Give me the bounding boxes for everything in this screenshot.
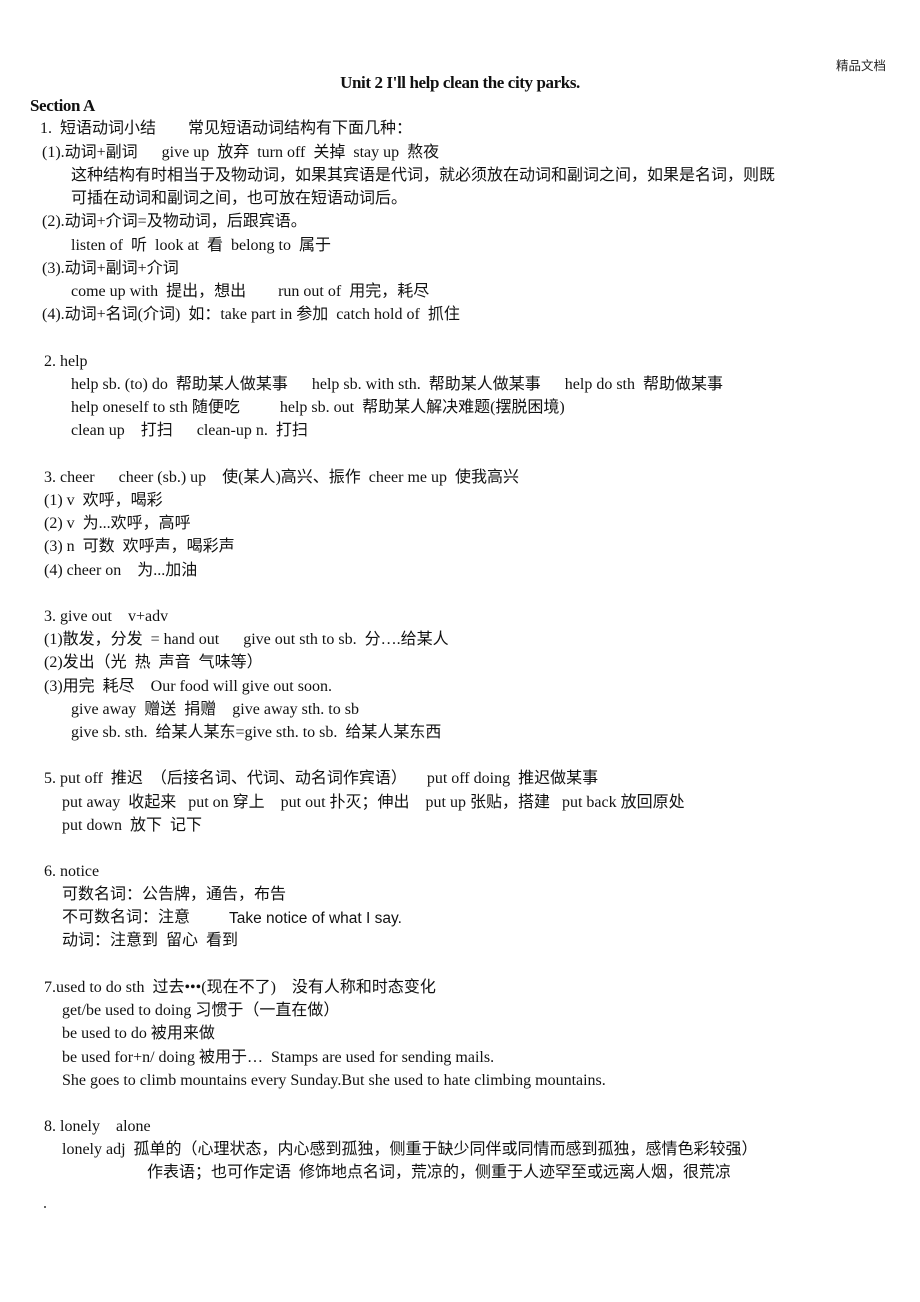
item-3-sub-4: (4) cheer on 为...加油 — [44, 562, 198, 579]
item-2-heading: 2. help — [44, 353, 88, 370]
item-1-sub-1-note-line-2: 可插在动词和副词之间，也可放在短语动词后。 — [71, 190, 408, 207]
item-1-sub-1: (1).动词+副词 give up 放弃 turn off 关掉 stay up… — [42, 144, 440, 161]
item-give-out-heading: 3. give out v+adv — [44, 608, 169, 625]
item-7-line-3: be used for+n/ doing 被用于… Stamps are use… — [62, 1049, 495, 1066]
item-2-line-1: help sb. (to) do 帮助某人做某事 help sb. with s… — [71, 376, 723, 393]
watermark-header: 精品文档 — [835, 59, 886, 73]
item-8-line-2: 作表语；也可作定语 修饰地点名词，荒凉的，侧重于人迹罕至或远离人烟，很荒凉 — [147, 1164, 732, 1181]
item-give-out-sub-3: (3)用完 耗尽 Our food will give out soon. — [44, 678, 332, 695]
item-7-heading: 7.used to do sth 过去•••(现在不了) 没有人称和时态变化 — [44, 979, 436, 996]
footer-mark — [44, 1206, 46, 1208]
item-2-line-3: clean up 打扫 clean-up n. 打扫 — [71, 422, 308, 439]
item-1-sub-3: (3).动词+副词+介词 — [42, 260, 179, 277]
item-give-away: give away 赠送 捐赠 give away sth. to sb — [71, 701, 359, 718]
item-3-heading: 3. cheer cheer (sb.) up 使(某人)高兴、振作 cheer… — [44, 469, 519, 486]
item-1-sub-4: (4).动词+名词(介词) 如：take part in 参加 catch ho… — [42, 306, 460, 323]
document-title: Unit 2 I'll help clean the city parks. — [340, 73, 580, 92]
item-3-sub-3: (3) n 可数 欢呼声，喝彩声 — [44, 538, 235, 555]
item-give-sb-sth: give sb. sth. 给某人某东=give sth. to sb. 给某人… — [71, 724, 442, 741]
item-6-line-2-example: Take notice of what I say. — [229, 910, 402, 927]
item-2-line-2: help oneself to sth 随便吃 help sb. out 帮助某… — [71, 399, 565, 416]
item-1-sub-2: (2).动词+介词=及物动词，后跟宾语。 — [42, 213, 307, 230]
item-7-line-4: She goes to climb mountains every Sunday… — [62, 1072, 606, 1089]
item-5-line-2: put down 放下 记下 — [62, 817, 203, 834]
item-7-line-1: get/be used to doing 习惯于（一直在做） — [62, 1002, 340, 1019]
item-5-line-1: put away 收起来 put on 穿上 put out 扑灭；伸出 put… — [62, 794, 685, 811]
item-7-line-2: be used to do 被用来做 — [62, 1025, 215, 1042]
item-1-sub-3-examples: come up with 提出，想出 run out of 用完，耗尽 — [71, 283, 430, 300]
section-heading: Section A — [30, 96, 95, 115]
item-1-heading: 1. 短语动词小结 常见短语动词结构有下面几种： — [40, 120, 413, 137]
item-give-out-sub-2: (2)发出（光 热 声音 气味等） — [44, 654, 263, 671]
item-8-heading: 8. lonely alone — [44, 1118, 151, 1135]
item-5-heading: 5. put off 推迟 （后接名词、代词、动名词作宾语） put off d… — [44, 770, 599, 787]
item-6-line-2-label: 不可数名词：注意 — [62, 909, 191, 926]
item-3-sub-2: (2) v 为...欢呼，高呼 — [44, 515, 191, 532]
item-1-sub-1-note-line-1: 这种结构有时相当于及物动词，如果其宾语是代词，就必须放在动词和副词之间，如果是名… — [71, 167, 776, 184]
item-give-out-sub-1: (1)散发，分发 = hand out give out sth to sb. … — [44, 631, 449, 648]
item-6-line-3: 动词：注意到 留心 看到 — [62, 932, 239, 949]
item-1-sub-2-examples: listen of 听 look at 看 belong to 属于 — [71, 237, 331, 254]
item-6-heading: 6. notice — [44, 863, 100, 880]
item-8-line-1: lonely adj 孤单的（心理状态，内心感到孤独，侧重于缺少同伴或同情而感到… — [62, 1141, 758, 1158]
item-6-line-1: 可数名词：公告牌，通告，布告 — [62, 886, 287, 903]
item-3-sub-1: (1) v 欢呼，喝彩 — [44, 492, 163, 509]
